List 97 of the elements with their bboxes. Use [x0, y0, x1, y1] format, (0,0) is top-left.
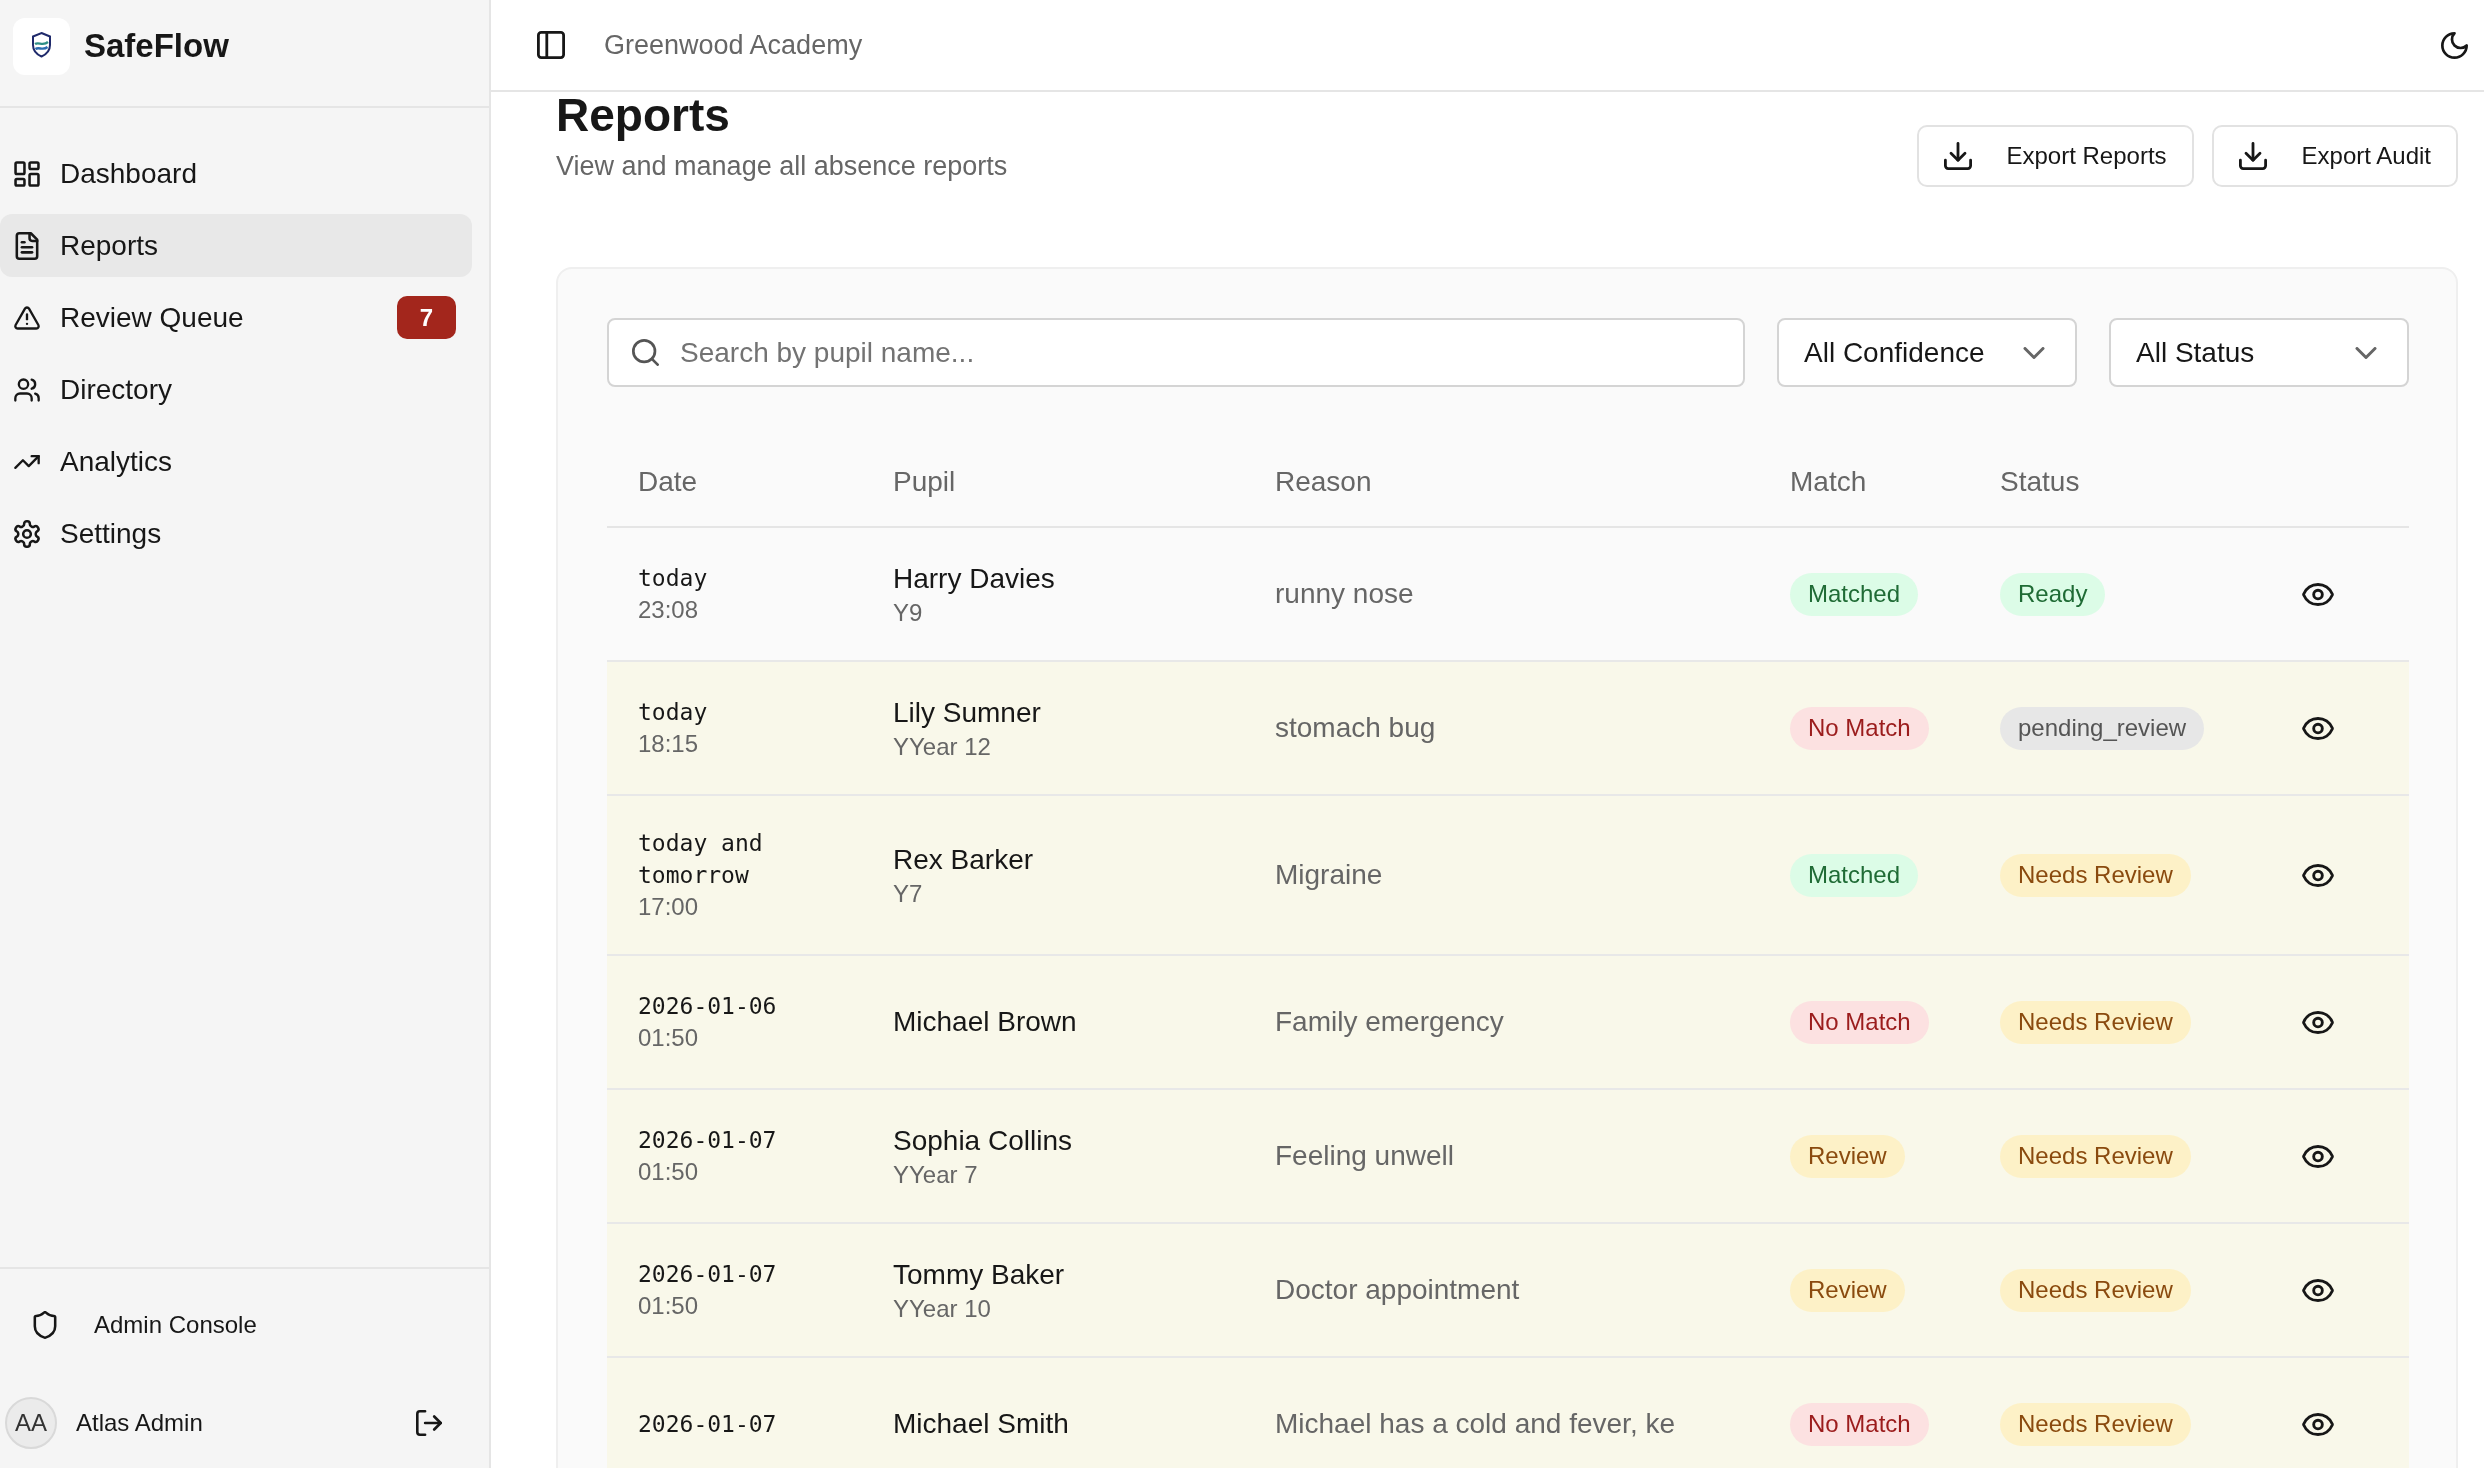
- pupil-year: YYear 10: [893, 1294, 991, 1324]
- nav-item[interactable]: Review Queue 7: [0, 286, 472, 349]
- shield-logo-icon: [13, 17, 70, 75]
- nav-item[interactable]: Reports: [0, 214, 472, 277]
- filter-dropdown[interactable]: All Confidence: [1777, 318, 2077, 387]
- download-icon: [1943, 142, 1972, 170]
- report-date: today and tomorrow: [638, 829, 764, 890]
- pupil-name: Sophia Collins: [893, 1124, 1072, 1158]
- report-date: today: [638, 698, 708, 727]
- report-time: 23:08: [638, 595, 699, 625]
- reason-text: Feeling unwell: [1275, 1140, 1454, 1172]
- pupil-year: YYear 12: [893, 732, 991, 762]
- eye-icon[interactable]: [2302, 582, 2334, 606]
- reason-text: Michael has a cold and fever, ke: [1275, 1408, 1675, 1440]
- match-badge: Review: [1790, 1134, 1905, 1178]
- eye-icon[interactable]: [2302, 1010, 2334, 1034]
- reason-text: runny nose: [1275, 578, 1414, 610]
- status-badge: Needs Review: [2000, 1268, 2191, 1312]
- brand-name: SafeFlow: [84, 27, 229, 65]
- shield-icon: [33, 1310, 57, 1339]
- search-icon: [632, 339, 659, 366]
- column-header: Pupil: [893, 465, 956, 497]
- filter-dropdown[interactable]: All Status: [2109, 318, 2409, 387]
- table-row[interactable]: 2026-01-06 01:50 Michael Brown Family emergency No Match Needs Review: [607, 956, 2409, 1090]
- school-name: Greenwood Academy: [604, 29, 863, 61]
- user-name: Atlas Admin: [76, 1409, 203, 1437]
- pupil-year: Y7: [893, 879, 923, 909]
- match-badge: Matched: [1790, 853, 1919, 897]
- column-header: Match: [1790, 465, 1867, 497]
- pupil-name: Tommy Baker: [893, 1258, 1065, 1292]
- table-row[interactable]: 2026-01-07 Michael Smith Michael has a cold and fever, ke No Match Needs Review: [607, 1358, 2409, 1468]
- eye-icon[interactable]: [2302, 716, 2334, 740]
- match-badge: No Match: [1790, 1000, 1929, 1044]
- report-date: 2026-01-07: [638, 1126, 777, 1155]
- admin-console-link[interactable]: Admin Console: [0, 1293, 269, 1356]
- table-row[interactable]: today 18:15 Lily Sumner YYear 12 stomach bug No Match pending_review: [607, 662, 2409, 796]
- report-time: 18:15: [638, 729, 699, 759]
- status-badge: Needs Review: [2000, 1000, 2191, 1044]
- report-time: 01:50: [638, 1157, 699, 1187]
- report-date: today: [638, 564, 708, 593]
- column-header: Date: [638, 465, 698, 497]
- pupil-name: Harry Davies: [893, 562, 1055, 596]
- download-icon: [2238, 142, 2267, 170]
- status-badge: Ready: [2000, 572, 2106, 616]
- report-time: 17:00: [638, 892, 699, 922]
- match-badge: Review: [1790, 1268, 1905, 1312]
- pupil-name: Rex Barker: [893, 843, 1034, 877]
- status-badge: Needs Review: [2000, 1402, 2191, 1446]
- nav-item[interactable]: Dashboard: [0, 142, 472, 205]
- report-date: 2026-01-06: [638, 992, 777, 1021]
- chevron-down-icon: [2355, 346, 2377, 359]
- chevron-down-icon: [2023, 346, 2045, 359]
- report-time: 01:50: [638, 1291, 699, 1321]
- pupil-name: Michael Brown: [893, 1005, 1077, 1039]
- match-badge: Matched: [1790, 572, 1919, 616]
- pupil-year: Y9: [893, 598, 923, 628]
- eye-icon[interactable]: [2302, 863, 2334, 887]
- table-row[interactable]: today and tomorrow 17:00 Rex Barker Y7 Migraine Matched Needs Review: [607, 796, 2409, 956]
- export-button[interactable]: Export Reports: [1916, 125, 2194, 187]
- nav-item[interactable]: Settings: [0, 502, 472, 565]
- pupil-year: YYear 7: [893, 1160, 978, 1190]
- report-date: 2026-01-07: [638, 1260, 777, 1289]
- match-badge: No Match: [1790, 706, 1929, 750]
- eye-icon[interactable]: [2302, 1144, 2334, 1168]
- status-badge: pending_review: [2000, 706, 2205, 750]
- moon-icon[interactable]: [2441, 31, 2468, 59]
- status-badge: Needs Review: [2000, 1134, 2191, 1178]
- dashboard-icon: [13, 159, 41, 188]
- search-field[interactable]: Search by pupil name...: [607, 318, 1745, 387]
- pupil-name: Michael Smith: [893, 1407, 1069, 1441]
- eye-icon[interactable]: [2302, 1278, 2334, 1302]
- panel-icon[interactable]: [537, 31, 565, 59]
- nav-item[interactable]: Analytics: [0, 430, 472, 493]
- people-icon: [13, 375, 41, 404]
- count-badge: 7: [397, 296, 456, 339]
- user-avatar: AA: [5, 1397, 57, 1449]
- column-header: Reason: [1275, 465, 1372, 497]
- page-subtitle: View and manage all absence reports: [556, 150, 1008, 183]
- document-icon: [13, 231, 41, 260]
- column-header: Status: [2000, 465, 2080, 497]
- status-badge: Needs Review: [2000, 853, 2191, 897]
- settings-icon: [13, 519, 41, 548]
- report-time: 01:50: [638, 1023, 699, 1053]
- table-row[interactable]: 2026-01-07 01:50 Tommy Baker YYear 10 Doctor appointment Review Needs Review: [607, 1224, 2409, 1358]
- export-button[interactable]: Export Audit: [2211, 125, 2458, 187]
- report-date: 2026-01-07: [638, 1410, 777, 1439]
- reason-text: Family emergency: [1275, 1006, 1504, 1038]
- logout-icon[interactable]: [416, 1410, 442, 1436]
- eye-icon[interactable]: [2302, 1412, 2334, 1436]
- warning-icon: [13, 303, 41, 332]
- pupil-name: Lily Sumner: [893, 696, 1041, 730]
- match-badge: No Match: [1790, 1402, 1929, 1446]
- reason-text: Migraine: [1275, 859, 1383, 891]
- nav-item[interactable]: Directory: [0, 358, 472, 421]
- table-row[interactable]: 2026-01-07 01:50 Sophia Collins YYear 7 Feeling unwell Review Needs Review: [607, 1090, 2409, 1224]
- reason-text: stomach bug: [1275, 712, 1436, 744]
- reason-text: Doctor appointment: [1275, 1274, 1520, 1306]
